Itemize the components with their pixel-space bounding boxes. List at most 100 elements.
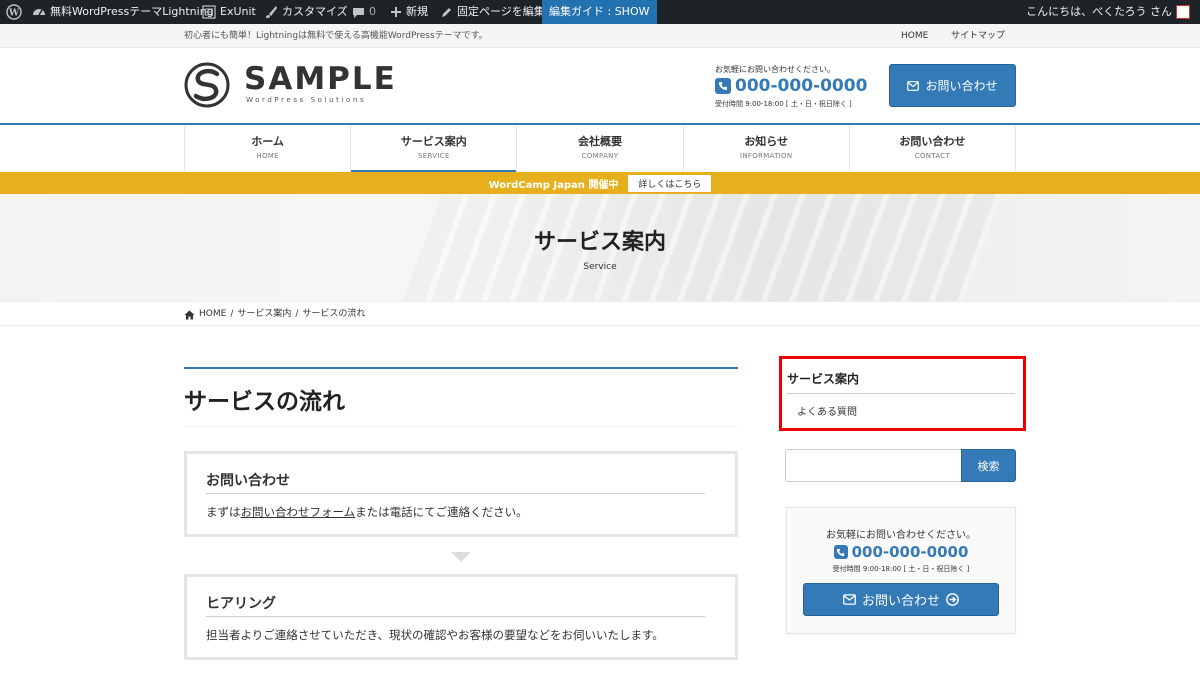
breadcrumb: HOME / サービス案内 / サービスの流れ	[0, 303, 1200, 326]
admin-exunit-label: ExUnit	[220, 5, 256, 18]
admin-exunit[interactable]: ExUnit	[202, 0, 256, 24]
pencil-icon	[442, 7, 451, 17]
title-top-border	[184, 367, 738, 369]
admin-customize[interactable]: カスタマイズ	[264, 0, 348, 24]
page-header-title: サービス案内	[533, 230, 666, 255]
nav-label: お知らせ	[744, 135, 789, 148]
comment-icon	[353, 7, 364, 18]
admin-site-name-label: 無料WordPressテーマLightning	[50, 5, 214, 18]
logo-subtitle: WordPress Solutions	[246, 96, 367, 104]
sidebar-contact-box: お気軽にお問い合わせください。 000-000-0000 受付時間 9:00-1…	[786, 507, 1016, 634]
flow-step-text-before: まずは	[206, 505, 241, 519]
breadcrumb-home[interactable]: HOME	[199, 303, 226, 326]
plus-icon	[391, 7, 401, 17]
nav-label: お問い合わせ	[899, 135, 966, 148]
title-divider	[184, 426, 738, 427]
phone-icon	[833, 545, 848, 559]
breadcrumb-separator: /	[230, 309, 234, 319]
notice-text: WordCamp Japan 開催中	[488, 179, 619, 191]
nav-label: 会社概要	[578, 135, 622, 148]
breadcrumb-separator: /	[295, 309, 299, 319]
sidebar-phone[interactable]: 000-000-0000	[787, 542, 1015, 562]
admin-new-label: 新規	[406, 5, 428, 18]
notice-bar: WordCamp Japan 開催中 詳しくはこちら	[0, 172, 1200, 194]
admin-bar: W 無料WordPressテーマLightning ExUnit カスタマイズ …	[0, 0, 1200, 24]
header-phone-number: 000-000-0000	[735, 76, 868, 96]
avatar[interactable]	[1172, 0, 1190, 24]
logo-mark-icon[interactable]	[184, 62, 230, 108]
top-link-home[interactable]: HOME	[901, 24, 928, 48]
brush-icon	[266, 6, 277, 18]
nav-label: サービス案内	[400, 135, 467, 148]
sidebar-service-widget: サービス案内 よくある質問	[779, 356, 1026, 431]
nav-sublabel: CONTACT	[914, 152, 951, 160]
header-contact-button[interactable]: お問い合わせ	[889, 64, 1016, 107]
flow-step-contact: お問い合わせ まずはお問い合わせフォームまたは電話にてご連絡ください。	[184, 451, 738, 537]
sidebar-item-faq[interactable]: よくある質問	[797, 403, 857, 418]
nav-label: ホーム	[251, 135, 284, 148]
flow-step-text: 担当者よりご連絡させていただき、現状の確認やお客様の要望などをお伺いいたします。	[206, 628, 664, 642]
flow-step-divider	[206, 616, 705, 617]
page-header: サービス案内 Service	[0, 194, 1200, 302]
flow-step-divider	[206, 493, 705, 494]
site-description: 初心者にも簡単！Lightningは無料で使える高機能WordPressテーマで…	[184, 31, 488, 41]
flow-step-text-after: または電話にてご連絡ください。	[355, 505, 528, 519]
notice-button[interactable]: 詳しくはこちら	[628, 174, 712, 192]
admin-site-name[interactable]: 無料WordPressテーマLightning	[32, 0, 214, 24]
nav-item-contact[interactable]: お問い合わせ CONTACT	[848, 126, 1017, 172]
envelope-icon	[907, 80, 920, 91]
admin-account[interactable]: こんにちは、べくたろう さん	[1026, 0, 1172, 24]
sidebar-contact-button-label: お問い合わせ	[861, 594, 940, 609]
admin-customize-label: カスタマイズ	[282, 5, 348, 18]
logo-text[interactable]: SAMPLE	[244, 62, 397, 96]
home-icon	[184, 310, 195, 319]
admin-new[interactable]: 新規	[390, 0, 428, 24]
sidebar-widget-divider	[787, 393, 1015, 394]
breadcrumb-current: サービスの流れ	[302, 309, 366, 319]
svg-text:W: W	[8, 9, 20, 19]
search-button[interactable]: 検索	[961, 449, 1016, 482]
envelope-icon	[843, 594, 856, 605]
page-header-subtitle: Service	[583, 262, 617, 272]
header-hours: 受付時間 9:00-18:00 [ 土・日・祝日除く ]	[715, 100, 852, 108]
sidebar-contact-lead: お気軽にお問い合わせください。	[826, 530, 976, 541]
sidebar-widget-title[interactable]: サービス案内	[787, 370, 859, 387]
nav-item-home[interactable]: ホーム HOME	[184, 126, 350, 172]
admin-edit-page[interactable]: 固定ページを編集	[440, 0, 545, 24]
flow-step-hearing: ヒアリング 担当者よりご連絡させていただき、現状の確認やお客様の要望などをお伺い…	[184, 574, 738, 660]
flow-step-title: お問い合わせ	[206, 473, 290, 489]
nav-sublabel: SERVICE	[417, 152, 450, 160]
nav-item-service[interactable]: サービス案内 SERVICE	[350, 126, 517, 172]
breadcrumb-service[interactable]: サービス案内	[237, 303, 291, 326]
nav-sublabel: INFORMATION	[740, 152, 793, 160]
flow-step-title: ヒアリング	[206, 596, 276, 612]
site-header: SAMPLE WordPress Solutions お気軽にお問い合わせくださ…	[0, 48, 1200, 125]
nav-sublabel: COMPANY	[581, 152, 619, 160]
dashboard-icon	[33, 9, 45, 16]
admin-comments-count: 0	[369, 5, 376, 18]
flow-arrow-icon	[451, 552, 471, 562]
nav-sublabel: HOME	[256, 152, 279, 160]
admin-edit-page-label: 固定ページを編集	[457, 5, 545, 18]
header-contact-lead: お気軽にお問い合わせください。	[715, 65, 835, 74]
sidebar-contact-button[interactable]: お問い合わせ	[803, 583, 999, 616]
nav-item-company[interactable]: 会社概要 COMPANY	[516, 126, 682, 172]
arrow-circle-right-icon	[946, 593, 959, 606]
admin-greeting: こんにちは、べくたろう さん	[1026, 5, 1172, 18]
flow-step-text: まずはお問い合わせフォームまたは電話にてご連絡ください。	[206, 504, 528, 520]
search-input[interactable]	[785, 449, 962, 482]
sidebar-hours: 受付時間 9:00-18:00 [ 土・日・祝日除く ]	[832, 565, 970, 573]
nav-item-information[interactable]: お知らせ INFORMATION	[682, 126, 849, 172]
avatar-image	[1176, 5, 1190, 19]
wordpress-logo-icon[interactable]: W	[6, 0, 22, 24]
sidebar-phone-number: 000-000-0000	[851, 543, 969, 561]
header-phone[interactable]: 000-000-0000	[715, 75, 867, 97]
admin-guide-label: 編集ガイド : SHOW	[549, 5, 650, 18]
phone-icon	[715, 78, 731, 94]
top-link-sitemap[interactable]: サイトマップ	[951, 24, 1005, 48]
top-bar: 初心者にも簡単！Lightningは無料で使える高機能WordPressテーマで…	[0, 24, 1200, 48]
contact-form-link[interactable]: お問い合わせフォーム	[241, 505, 356, 519]
admin-guide[interactable]: 編集ガイド : SHOW	[542, 0, 657, 24]
admin-comments[interactable]: 0	[352, 0, 376, 24]
global-nav: ホーム HOME サービス案内 SERVICE 会社概要 COMPANY お知ら…	[184, 126, 1017, 172]
